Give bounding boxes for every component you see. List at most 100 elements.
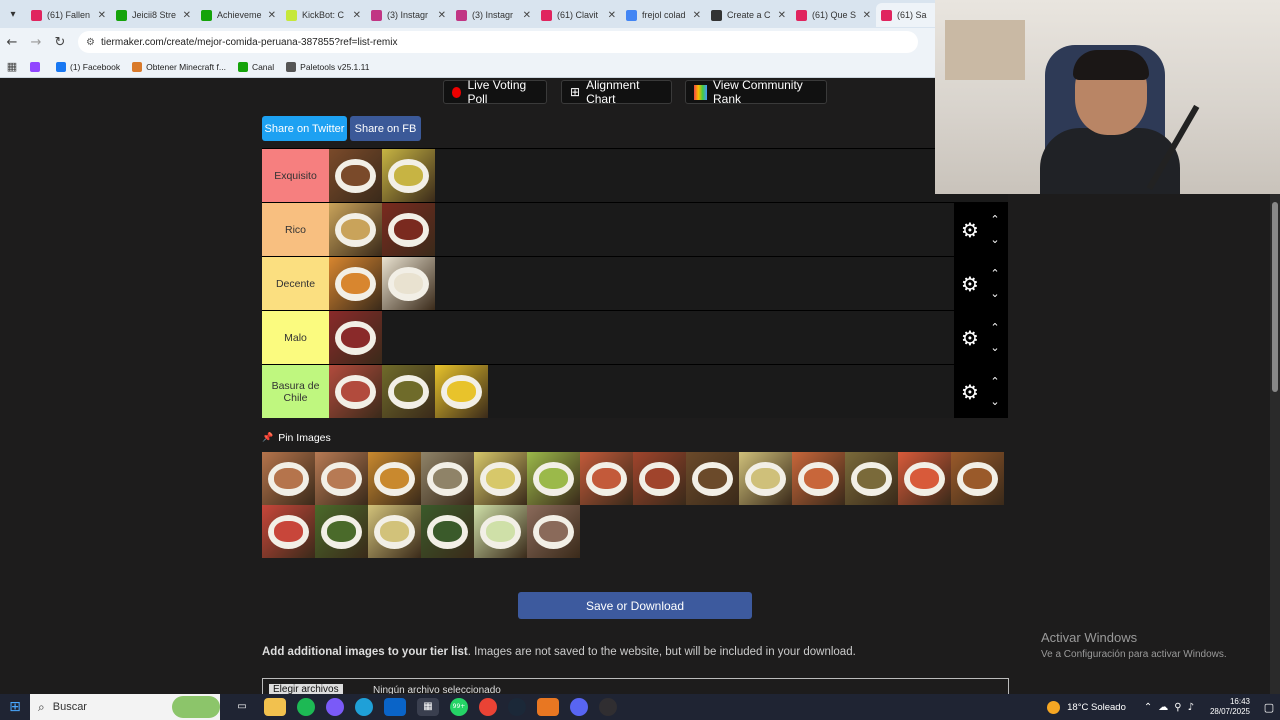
site-info-icon[interactable]: ⚙ xyxy=(86,37,95,48)
food-image[interactable] xyxy=(474,505,527,558)
move-up-icon[interactable]: ⌃ xyxy=(990,318,999,338)
food-image[interactable] xyxy=(262,452,315,505)
task-view-icon[interactable]: ▭ xyxy=(231,698,253,716)
food-image[interactable] xyxy=(633,452,686,505)
move-down-icon[interactable]: ⌄ xyxy=(990,338,999,358)
tier-label[interactable]: Exquisito xyxy=(262,149,329,202)
move-up-icon[interactable]: ⌃ xyxy=(990,210,999,230)
tab-close-icon[interactable]: ✕ xyxy=(693,10,701,21)
chrome-icon[interactable] xyxy=(479,698,497,716)
food-image[interactable] xyxy=(845,452,898,505)
tab-close-icon[interactable]: ✕ xyxy=(778,10,786,21)
tab-close-icon[interactable]: ✕ xyxy=(183,10,191,21)
notification-icon[interactable]: ▢ xyxy=(1258,701,1280,714)
browser-tab[interactable]: frejol colad ✕ xyxy=(621,3,706,27)
browser-tab[interactable]: Achieveme ✕ xyxy=(196,3,281,27)
discord-icon[interactable] xyxy=(570,698,588,716)
food-image[interactable] xyxy=(382,203,435,256)
tab-close-icon[interactable]: ✕ xyxy=(268,10,276,21)
food-image[interactable] xyxy=(898,452,951,505)
browser-tab[interactable]: (61) Clavit ✕ xyxy=(536,3,621,27)
food-image[interactable] xyxy=(382,149,435,202)
choose-files-button[interactable]: Elegir archivos xyxy=(269,684,343,694)
apps-grid-icon[interactable]: ▦ xyxy=(0,60,24,73)
bookmark-item[interactable]: Obtener Minecraft f... xyxy=(132,61,226,72)
copilot-icon[interactable] xyxy=(326,698,344,716)
tray-status-icons[interactable]: ⌃☁⚲♪ xyxy=(1144,702,1200,713)
food-image[interactable] xyxy=(329,311,382,364)
browser-tab[interactable]: (61) Que S ✕ xyxy=(791,3,876,27)
move-up-icon[interactable]: ⌃ xyxy=(990,372,999,392)
outlook-icon[interactable] xyxy=(384,698,406,716)
tier-label[interactable]: Malo xyxy=(262,311,329,364)
food-image[interactable] xyxy=(368,452,421,505)
tab-close-icon[interactable]: ✕ xyxy=(353,10,361,21)
pin-images-toggle[interactable]: 📌 Pin Images xyxy=(262,432,331,444)
food-image[interactable] xyxy=(315,505,368,558)
steam-icon[interactable] xyxy=(508,698,526,716)
view-community-rank-button[interactable]: View Community Rank xyxy=(685,78,827,106)
gear-icon[interactable]: ⚙ xyxy=(956,380,984,404)
spotify-icon[interactable] xyxy=(297,698,315,716)
food-image[interactable] xyxy=(580,452,633,505)
browser-tab[interactable]: (3) Instagr ✕ xyxy=(451,3,536,27)
food-image[interactable] xyxy=(527,505,580,558)
weather-text[interactable]: 18°C Soleado xyxy=(1067,702,1126,713)
food-image[interactable] xyxy=(382,257,435,310)
store-icon[interactable]: ▦ xyxy=(417,698,439,716)
share-twitter-button[interactable]: Share on Twitter xyxy=(262,116,347,141)
food-image[interactable] xyxy=(951,452,1004,505)
windows-start-icon[interactable]: ⊞ xyxy=(0,699,30,715)
alignment-chart-button[interactable]: ⊞ Alignment Chart xyxy=(561,78,672,106)
bookmark-item[interactable]: Paletools v25.1.11 xyxy=(286,61,369,72)
move-down-icon[interactable]: ⌄ xyxy=(990,284,999,304)
tab-close-icon[interactable]: ✕ xyxy=(608,10,616,21)
move-down-icon[interactable]: ⌄ xyxy=(990,392,999,412)
food-image[interactable] xyxy=(315,452,368,505)
taskbar-clock[interactable]: 16:43 28/07/2025 xyxy=(1210,697,1250,717)
food-image[interactable] xyxy=(435,365,488,418)
tier-label[interactable]: Basura de Chile xyxy=(262,365,329,418)
bookmark-item[interactable] xyxy=(30,61,44,72)
page-scrollbar[interactable] xyxy=(1270,194,1280,694)
browser-tab[interactable]: Jeicii8 Stre ✕ xyxy=(111,3,196,27)
tab-close-icon[interactable]: ✕ xyxy=(863,10,871,21)
live-voting-poll-button[interactable]: Live Voting Poll xyxy=(443,78,547,106)
food-image[interactable] xyxy=(474,452,527,505)
share-fb-button[interactable]: Share on FB xyxy=(350,116,421,141)
browser-tab[interactable]: Create a C ✕ xyxy=(706,3,791,27)
gear-icon[interactable]: ⚙ xyxy=(956,272,984,296)
browser-tab[interactable]: KickBot: C ✕ xyxy=(281,3,366,27)
tier-label[interactable]: Decente xyxy=(262,257,329,310)
food-image[interactable] xyxy=(368,505,421,558)
browser-tab[interactable]: (61) Fallen ✕ xyxy=(26,3,111,27)
reload-icon[interactable]: ↻ xyxy=(48,35,72,50)
move-down-icon[interactable]: ⌄ xyxy=(990,230,999,250)
food-image[interactable] xyxy=(792,452,845,505)
browser-tab[interactable]: (3) Instagr ✕ xyxy=(366,3,451,27)
food-image[interactable] xyxy=(421,505,474,558)
app-icon[interactable] xyxy=(537,698,559,716)
food-image[interactable] xyxy=(686,452,739,505)
file-explorer-icon[interactable] xyxy=(264,698,286,716)
food-image[interactable] xyxy=(329,203,382,256)
food-image[interactable] xyxy=(527,452,580,505)
food-image[interactable] xyxy=(382,365,435,418)
gear-icon[interactable]: ⚙ xyxy=(956,218,984,242)
whatsapp-icon[interactable]: 99+ xyxy=(450,698,468,716)
move-up-icon[interactable]: ⌃ xyxy=(990,264,999,284)
forward-icon[interactable]: → xyxy=(24,35,48,50)
food-image[interactable] xyxy=(739,452,792,505)
food-image[interactable] xyxy=(329,257,382,310)
tab-close-icon[interactable]: ✕ xyxy=(523,10,531,21)
back-icon[interactable]: ← xyxy=(0,35,24,50)
tab-close-icon[interactable]: ✕ xyxy=(438,10,446,21)
save-download-button[interactable]: Save or Download xyxy=(518,592,752,619)
edge-icon[interactable] xyxy=(355,698,373,716)
url-bar[interactable]: ⚙ tiermaker.com/create/mejor-comida-peru… xyxy=(78,31,918,53)
food-image[interactable] xyxy=(329,149,382,202)
tier-label[interactable]: Rico xyxy=(262,203,329,256)
taskbar-search[interactable]: ⌕ Buscar xyxy=(30,694,220,720)
gear-icon[interactable]: ⚙ xyxy=(956,326,984,350)
food-image[interactable] xyxy=(329,365,382,418)
